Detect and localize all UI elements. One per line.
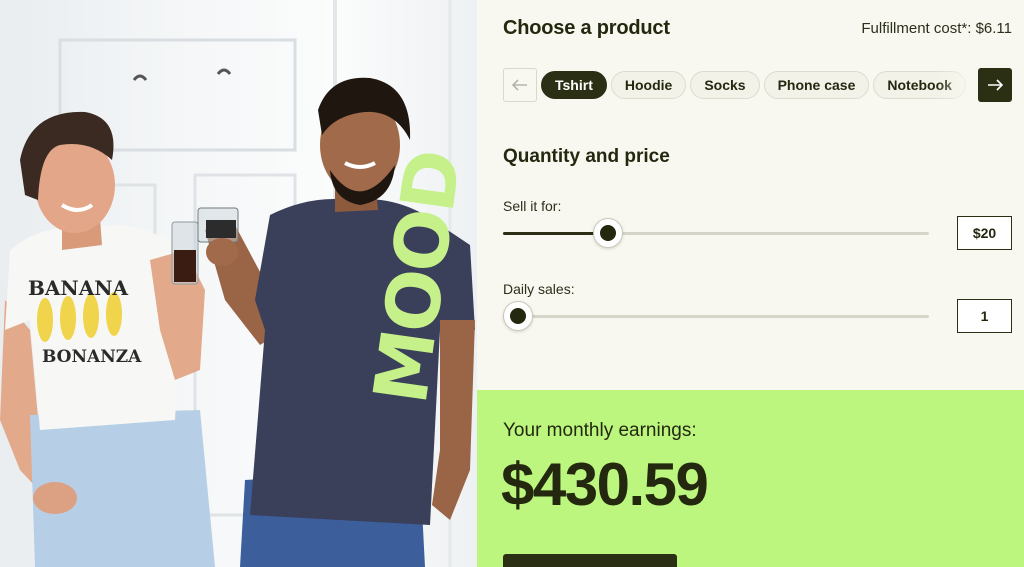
arrow-right-icon — [988, 79, 1003, 91]
two-men-toasting-illustration: BANANA BONANZA MOOD — [0, 0, 477, 567]
daily-sales-slider-thumb[interactable] — [503, 301, 533, 331]
product-selector: Tshirt Hoodie Socks Phone case Notebook — [503, 68, 1012, 102]
left-man: BANANA BONANZA — [0, 111, 215, 567]
product-chip-notebook[interactable]: Notebook — [873, 71, 966, 99]
product-chip-socks[interactable]: Socks — [690, 71, 760, 99]
choose-product-title: Choose a product — [503, 17, 670, 39]
product-chip-list: Tshirt Hoodie Socks Phone case Notebook — [541, 71, 972, 99]
next-product-button[interactable] — [978, 68, 1012, 102]
product-chip-hoodie[interactable]: Hoodie — [610, 71, 687, 99]
arrow-left-icon — [512, 79, 527, 91]
fulfillment-cost: Fulfillment cost*: $6.11 — [861, 20, 1012, 37]
shirt-text-bonanza: BONANZA — [42, 347, 142, 367]
daily-sales-input[interactable]: 1 — [957, 299, 1012, 333]
sell-price-slider-thumb[interactable] — [593, 218, 624, 248]
product-chip-phone-case[interactable]: Phone case — [763, 71, 870, 99]
daily-sales-label: Daily sales: — [503, 281, 575, 297]
previous-product-button[interactable] — [503, 68, 537, 102]
monthly-earnings-panel: Your monthly earnings: $430.59 — [477, 390, 1024, 567]
hero-photo: BANANA BONANZA MOOD — [0, 0, 477, 567]
sell-price-slider[interactable] — [503, 218, 929, 248]
product-chip-tshirt[interactable]: Tshirt — [541, 71, 607, 99]
earnings-calculator: Choose a product Fulfillment cost*: $6.1… — [477, 0, 1024, 390]
shirt-text-banana: BANANA — [28, 276, 129, 300]
quantity-price-title: Quantity and price — [503, 146, 670, 167]
sell-price-label: Sell it for: — [503, 198, 562, 214]
monthly-earnings-label: Your monthly earnings: — [503, 420, 697, 441]
cta-button[interactable] — [503, 554, 677, 567]
sell-price-input[interactable]: $20 — [957, 216, 1012, 250]
monthly-earnings-value: $430.59 — [501, 451, 709, 518]
daily-sales-slider[interactable] — [503, 301, 929, 331]
